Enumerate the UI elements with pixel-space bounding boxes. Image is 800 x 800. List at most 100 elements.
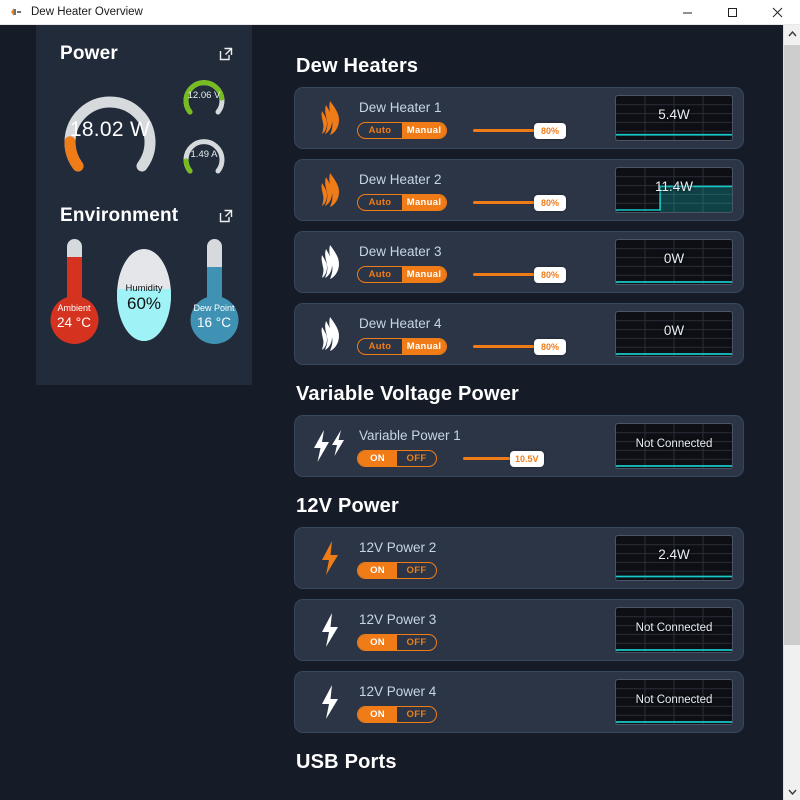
dew-heater-1-slider-track[interactable] <box>473 129 535 132</box>
dew-heater-4-chart: 0W <box>615 311 733 357</box>
toggle-option-auto[interactable]: Auto <box>358 267 402 282</box>
ambient-value: 24 °C <box>57 315 91 330</box>
bolt-icon <box>303 684 357 720</box>
dew-heater-3-toggle[interactable]: Auto Manual <box>357 266 447 283</box>
dew-heater-3-controls: Auto Manual 80% <box>357 266 615 283</box>
variable-power-1-controls: ON OFF 10.5V <box>357 450 615 467</box>
dew-heater-2-label: Dew Heater 2 <box>359 172 442 187</box>
card-12v-power-4[interactable]: 12V Power 4 ON OFF Not Connected <box>294 671 744 733</box>
dew-heater-3-label: Dew Heater 3 <box>359 244 442 259</box>
flame-icon <box>303 100 357 136</box>
toggle-option-on[interactable]: ON <box>358 707 397 722</box>
dew-heater-4-chart-value: 0W <box>663 323 685 338</box>
bolt-icon <box>303 612 357 648</box>
dew-heater-3-slider-track[interactable] <box>473 273 535 276</box>
dew-heater-3-slider[interactable]: 80% <box>473 266 566 283</box>
variable-power-1-slider-value[interactable]: 10.5V <box>510 450 544 467</box>
12v-power-3-toggle[interactable]: ON OFF <box>357 634 437 651</box>
environment-panel-title: Environment <box>60 205 179 226</box>
section-title-12v-power: 12V Power <box>296 495 399 517</box>
toggle-option-auto[interactable]: Auto <box>358 123 402 138</box>
secondary-gauges: 12.06 V 1.49 A <box>178 71 230 189</box>
minimize-button[interactable] <box>665 0 710 25</box>
dew-heater-3-slider-value[interactable]: 80% <box>534 266 566 283</box>
power-panel: Power 18.02 W 12.06 V 1.49 A <box>36 25 252 189</box>
toggle-option-off[interactable]: OFF <box>397 451 436 466</box>
scrollbar-thumb[interactable] <box>784 45 800 645</box>
12v-power-4-toggle[interactable]: ON OFF <box>357 706 437 723</box>
12v-power-2-body: 12V Power 2 ON OFF <box>357 528 615 588</box>
toggle-option-manual[interactable]: Manual <box>402 339 446 354</box>
window-controls <box>665 0 800 25</box>
window-titlebar: Dew Heater Overview <box>0 0 800 25</box>
close-button[interactable] <box>755 0 800 25</box>
chevron-down-icon[interactable] <box>784 783 800 800</box>
12v-power-3-body: 12V Power 3 ON OFF <box>357 600 615 660</box>
toggle-option-auto[interactable]: Auto <box>358 339 402 354</box>
variable-power-1-slider[interactable]: 10.5V <box>463 450 544 467</box>
section-title-usb-ports: USB Ports <box>296 751 397 773</box>
card-dew-heater-3[interactable]: Dew Heater 3 Auto Manual 80% 0W <box>294 231 744 293</box>
dew-heater-2-slider-value[interactable]: 80% <box>534 194 566 211</box>
dew-heater-4-body: Dew Heater 4 Auto Manual 80% <box>357 304 615 364</box>
variable-power-1-chart-value: Not Connected <box>635 438 713 450</box>
power-panel-header: Power <box>36 43 252 65</box>
toggle-option-manual[interactable]: Manual <box>402 123 446 138</box>
dew-heater-1-controls: Auto Manual 80% <box>357 122 615 139</box>
12v-power-2-toggle[interactable]: ON OFF <box>357 562 437 579</box>
voltage-gauge-value: 12.06 V <box>187 90 221 101</box>
toggle-option-off[interactable]: OFF <box>397 563 436 578</box>
12v-power-2-label: 12V Power 2 <box>359 540 437 555</box>
toggle-option-on[interactable]: ON <box>358 635 397 650</box>
card-dew-heater-1[interactable]: Dew Heater 1 Auto Manual 80% 5.4W <box>294 87 744 149</box>
current-gauge-value: 1.49 A <box>190 149 218 160</box>
ambient-thermometer: Ambient 24 °C <box>47 237 101 347</box>
toggle-option-off[interactable]: OFF <box>397 635 436 650</box>
card-12v-power-2[interactable]: 12V Power 2 ON OFF 2.4W <box>294 527 744 589</box>
power-panel-title: Power <box>60 43 119 64</box>
toggle-option-manual[interactable]: Manual <box>402 267 446 282</box>
main-content: Dew Heaters Dew Heater 1 Auto Manual 80% … <box>252 25 800 800</box>
chevron-up-icon[interactable] <box>784 25 800 42</box>
dew-heater-3-chart-value: 0W <box>663 251 685 266</box>
card-dew-heater-4[interactable]: Dew Heater 4 Auto Manual 80% 0W <box>294 303 744 365</box>
card-variable-power-1[interactable]: Variable Power 1 ON OFF 10.5V Not Connect… <box>294 415 744 477</box>
sidebar: Power 18.02 W 12.06 V 1.49 A Environment… <box>0 25 252 800</box>
section-title-variable-voltage-power: Variable Voltage Power <box>296 383 520 405</box>
dew-heater-1-toggle[interactable]: Auto Manual <box>357 122 447 139</box>
toggle-option-on[interactable]: ON <box>358 563 397 578</box>
dew-heater-4-slider-value[interactable]: 80% <box>534 338 566 355</box>
dew-heater-2-slider-track[interactable] <box>473 201 535 204</box>
vertical-scrollbar[interactable] <box>783 25 800 800</box>
12v-power-2-controls: ON OFF <box>357 562 615 579</box>
card-dew-heater-2[interactable]: Dew Heater 2 Auto Manual 80% 11.4W <box>294 159 744 221</box>
12v-power-3-chart-value: Not Connected <box>635 622 713 634</box>
toggle-option-off[interactable]: OFF <box>397 707 436 722</box>
dew-heater-1-slider[interactable]: 80% <box>473 122 566 139</box>
external-link-icon[interactable] <box>218 208 234 224</box>
dew-heater-4-slider[interactable]: 80% <box>473 338 566 355</box>
card-12v-power-3[interactable]: 12V Power 3 ON OFF Not Connected <box>294 599 744 661</box>
toggle-option-auto[interactable]: Auto <box>358 195 402 210</box>
scrollbar-track[interactable] <box>784 42 800 783</box>
voltage-gauge: 12.06 V <box>178 71 230 121</box>
dew-heater-4-slider-track[interactable] <box>473 345 535 348</box>
external-link-icon[interactable] <box>218 46 234 62</box>
current-gauge: 1.49 A <box>178 130 230 180</box>
toggle-option-manual[interactable]: Manual <box>402 195 446 210</box>
humidity-gauge: Humidity 60% <box>113 237 175 347</box>
dew-heater-4-toggle[interactable]: Auto Manual <box>357 338 447 355</box>
maximize-button[interactable] <box>710 0 755 25</box>
dew-heater-2-body: Dew Heater 2 Auto Manual 80% <box>357 160 615 220</box>
variable-power-1-slider-track[interactable] <box>463 457 511 460</box>
toggle-option-on[interactable]: ON <box>358 451 397 466</box>
section-title-dew-heaters: Dew Heaters <box>296 55 419 77</box>
double-bolt-icon <box>303 428 357 464</box>
dew-heater-2-chart: 11.4W <box>615 167 733 213</box>
variable-power-1-toggle[interactable]: ON OFF <box>357 450 437 467</box>
dew-heater-2-chart-value: 11.4W <box>654 179 693 194</box>
dew-heater-1-slider-value[interactable]: 80% <box>534 122 566 139</box>
dew-heater-2-slider[interactable]: 80% <box>473 194 566 211</box>
power-gauge: 18.02 W <box>44 78 176 178</box>
dew-heater-2-toggle[interactable]: Auto Manual <box>357 194 447 211</box>
